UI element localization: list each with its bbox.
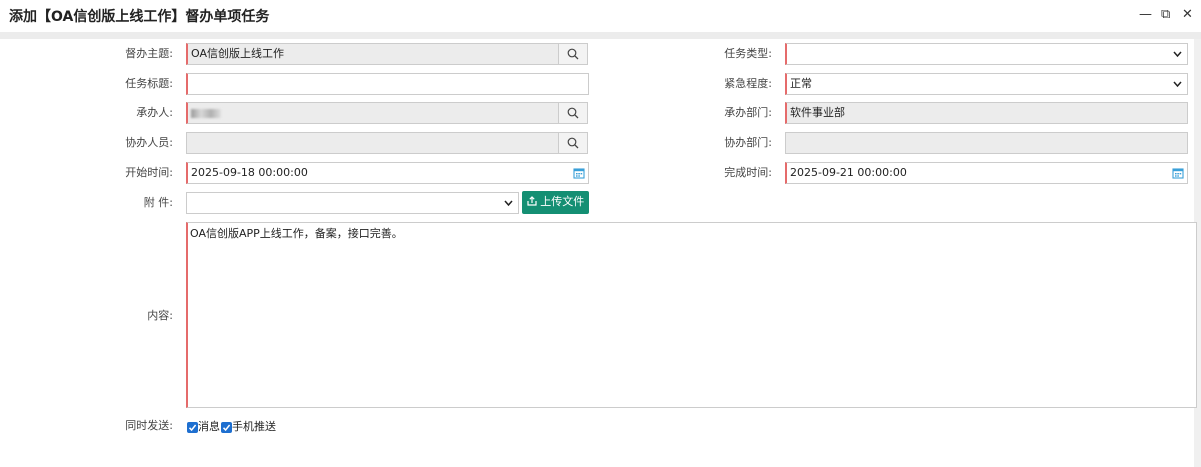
upload-icon	[527, 196, 537, 206]
urgency-label: 紧急程度:	[724, 77, 772, 90]
upload-button[interactable]: 上传文件	[522, 191, 589, 214]
message-checkbox-label[interactable]: 消息	[198, 420, 220, 434]
assistant-dept-label: 协办部门:	[724, 136, 772, 149]
handler-redacted-value	[191, 109, 221, 118]
dialog-titlebar: 添加【OA信创版上线工作】督办单项任务 — ⧉ ✕	[0, 0, 1201, 32]
upload-label: 上传文件	[540, 195, 585, 208]
checkmark-icon	[188, 424, 197, 432]
assistant-dept-field	[785, 132, 1188, 154]
maximize-icon[interactable]: ⧉	[1161, 8, 1170, 22]
search-icon	[567, 107, 579, 119]
assistant-field[interactable]	[186, 132, 559, 154]
attachment-select[interactable]	[186, 192, 519, 214]
minimize-icon[interactable]: —	[1139, 8, 1152, 22]
start-time-label: 开始时间:	[125, 166, 173, 179]
attachment-label: 附 件:	[143, 196, 173, 209]
content-textarea[interactable]: OA信创版APP上线工作，备案，接口完善。	[186, 222, 1197, 408]
mobile-push-checkbox[interactable]	[221, 422, 232, 433]
dialog-title: 添加【OA信创版上线工作】督办单项任务	[9, 9, 270, 25]
subject-field[interactable]: OA信创版上线工作	[186, 43, 559, 65]
notify-label: 同时发送:	[125, 419, 173, 432]
checkmark-icon	[222, 424, 231, 432]
chevron-down-icon	[504, 196, 513, 213]
task-title-input[interactable]	[186, 73, 589, 95]
subject-search-button[interactable]	[558, 43, 588, 65]
assistant-search-button[interactable]	[558, 132, 588, 154]
urgency-value: 正常	[790, 77, 812, 90]
chevron-down-icon	[1173, 47, 1182, 64]
chevron-down-icon	[1173, 77, 1182, 94]
content-label: 内容:	[147, 309, 173, 322]
handler-dept-field: 软件事业部	[785, 102, 1188, 124]
subject-value: OA信创版上线工作	[191, 47, 284, 60]
finish-time-input[interactable]: 2025-09-21 00:00:00	[785, 162, 1188, 184]
assistant-label: 协办人员:	[125, 136, 173, 149]
handler-dept-label: 承办部门:	[724, 106, 772, 119]
task-type-label: 任务类型:	[724, 47, 772, 60]
title-divider	[0, 32, 1201, 39]
handler-dept-value: 软件事业部	[790, 106, 845, 119]
finish-time-label: 完成时间:	[724, 166, 772, 179]
content-value: OA信创版APP上线工作，备案，接口完善。	[190, 227, 403, 240]
start-time-input[interactable]: 2025-09-18 00:00:00	[186, 162, 589, 184]
subject-label: 督办主题:	[125, 47, 173, 60]
finish-time-value: 2025-09-21 00:00:00	[790, 166, 907, 179]
search-icon	[567, 48, 579, 60]
handler-search-button[interactable]	[558, 102, 588, 124]
search-icon	[567, 137, 579, 149]
start-time-value: 2025-09-18 00:00:00	[191, 166, 308, 179]
calendar-icon[interactable]	[573, 167, 585, 182]
task-title-label: 任务标题:	[125, 77, 173, 90]
calendar-icon[interactable]	[1172, 167, 1184, 182]
mobile-push-checkbox-label[interactable]: 手机推送	[232, 420, 276, 434]
urgency-select[interactable]: 正常	[785, 73, 1188, 95]
task-type-select[interactable]	[785, 43, 1188, 65]
handler-label: 承办人:	[136, 106, 173, 119]
message-checkbox[interactable]	[187, 422, 198, 433]
handler-field[interactable]	[186, 102, 559, 124]
close-icon[interactable]: ✕	[1182, 8, 1193, 22]
